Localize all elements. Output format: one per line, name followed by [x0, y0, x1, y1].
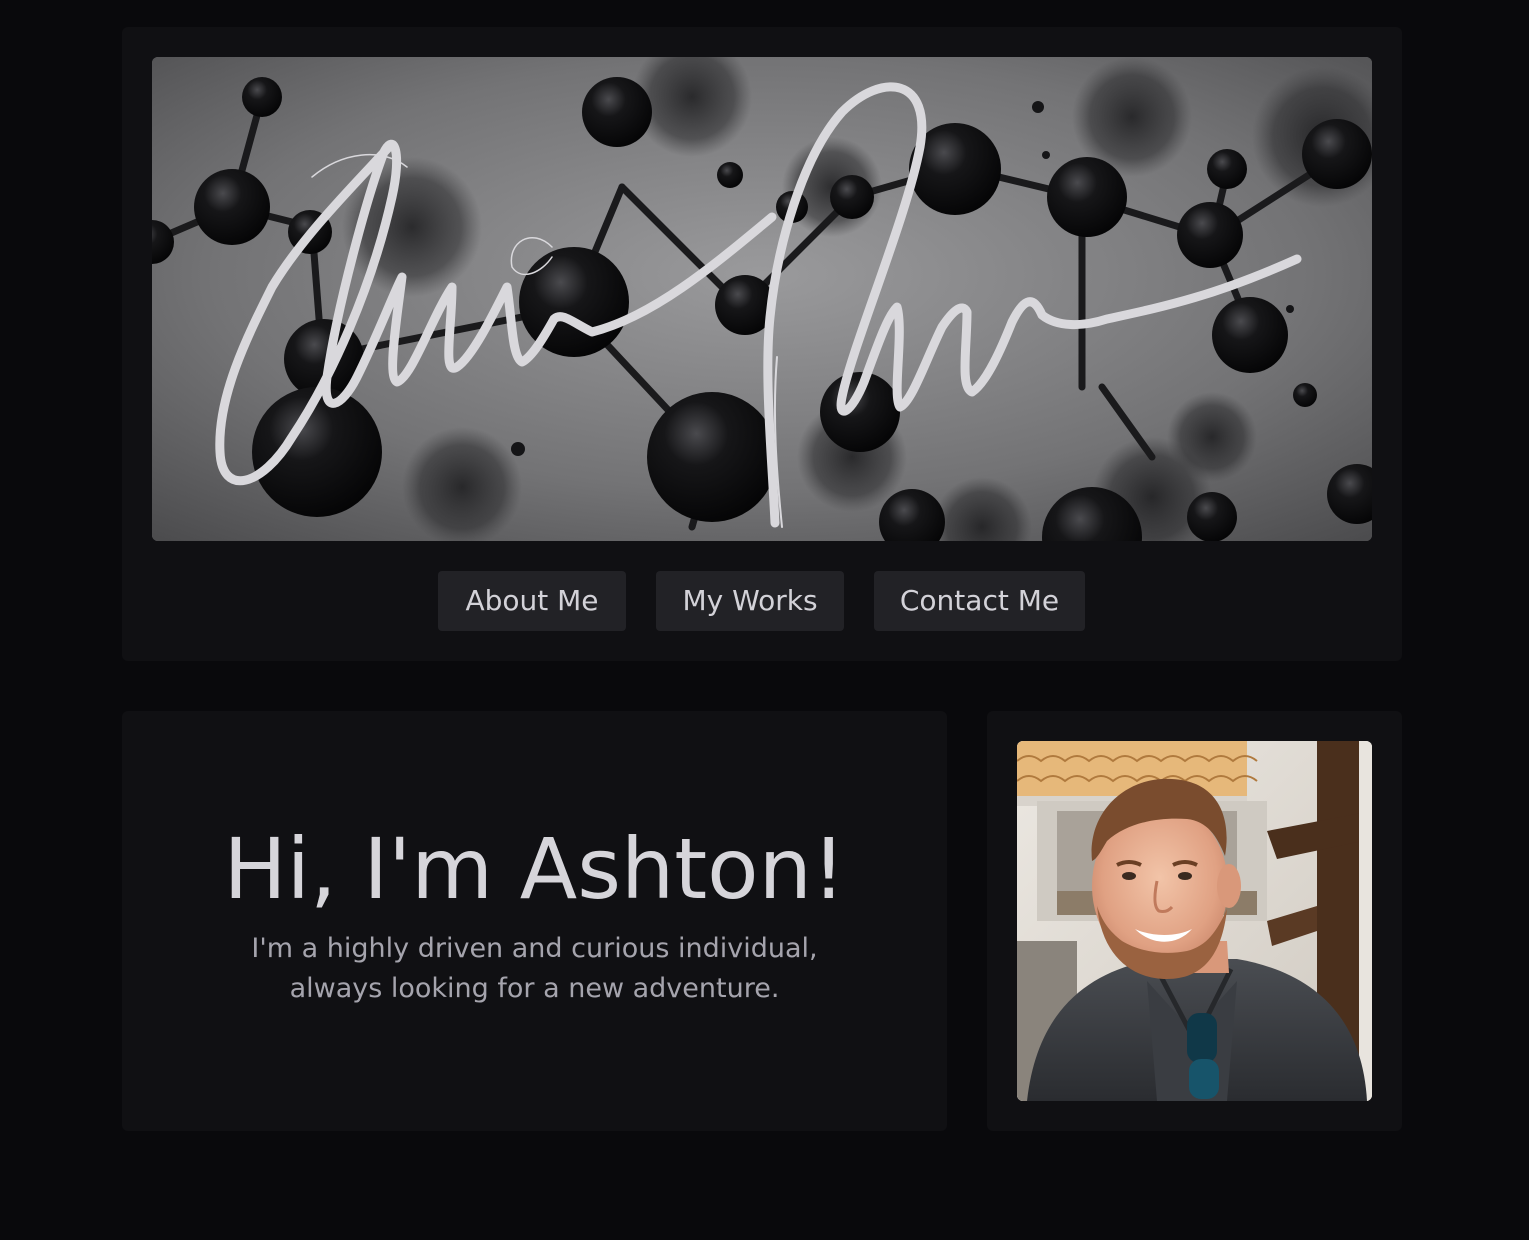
- intro-description: I'm a highly driven and curious individu…: [122, 929, 947, 1009]
- intro-card: Hi, I'm Ashton! I'm a highly driven and …: [122, 711, 947, 1131]
- header-card: About Me My Works Contact Me: [122, 27, 1402, 661]
- signature-banner: [152, 57, 1372, 541]
- portrait-illustration: [1017, 741, 1372, 1101]
- molecule-signature-artwork: [152, 57, 1372, 541]
- main-nav: About Me My Works Contact Me: [122, 571, 1402, 631]
- nav-about-me-button[interactable]: About Me: [438, 571, 626, 631]
- nav-my-works-button[interactable]: My Works: [656, 571, 844, 631]
- intro-heading: Hi, I'm Ashton!: [223, 820, 846, 918]
- photo-card: [987, 711, 1402, 1131]
- nav-contact-me-button[interactable]: Contact Me: [874, 571, 1085, 631]
- intro-description-line: I'm a highly driven and curious individu…: [251, 933, 818, 964]
- intro-description-line: always looking for a new adventure.: [289, 973, 780, 1004]
- profile-photo: [1017, 741, 1372, 1101]
